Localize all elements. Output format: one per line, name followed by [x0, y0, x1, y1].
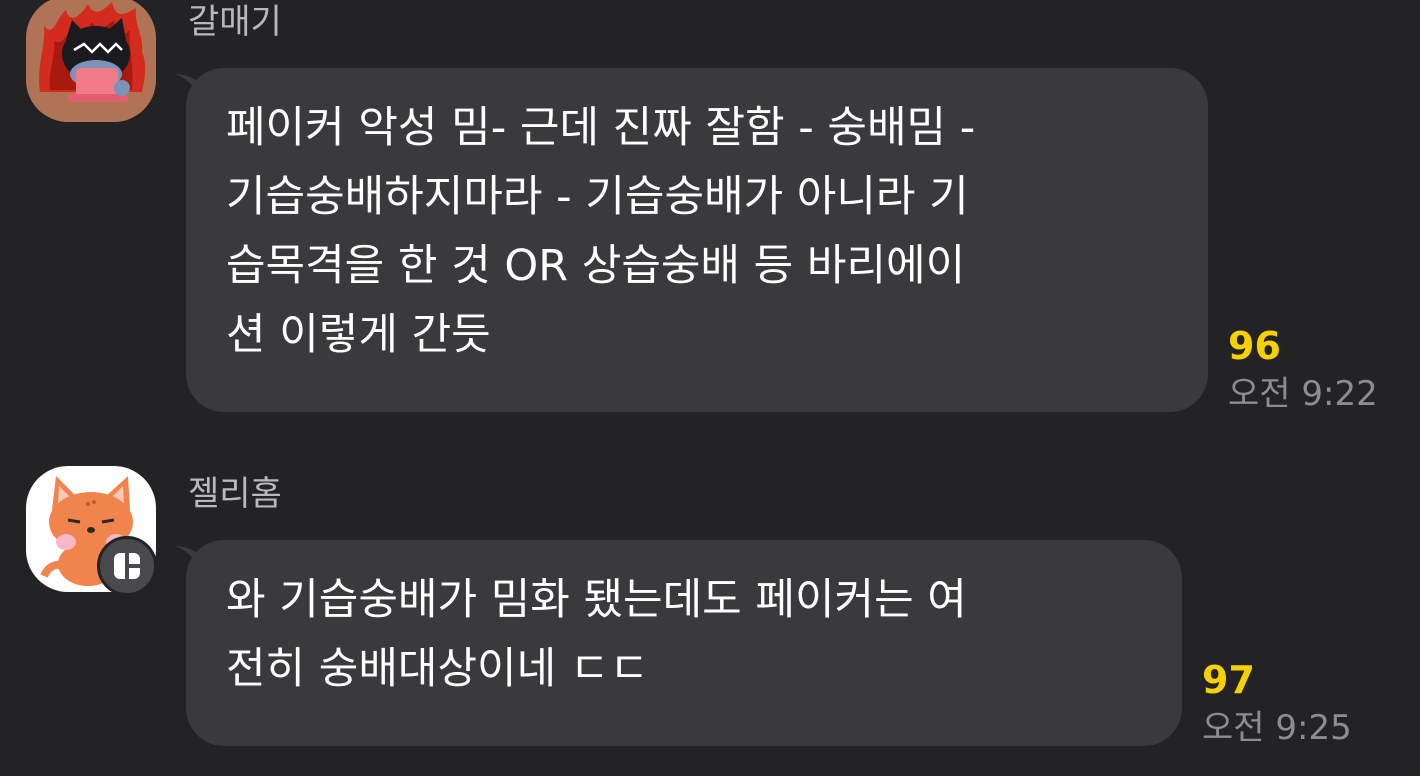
message-line: 기습숭배하지마라 - 기습숭배가 아니라 기: [226, 172, 969, 222]
app-badge-icon: [97, 536, 157, 596]
message-bubble[interactable]: 페이커 악성 밈- 근데 진짜 잘함 - 숭배밈 - 기습숭배하지마라 - 기습…: [186, 68, 1208, 412]
message-timestamp: 오전 9:25: [1202, 708, 1352, 748]
message-line: 와 기습숭배가 밈화 됐는데도 페이커는 여: [226, 575, 967, 625]
sender-name: 젤리홈: [188, 474, 282, 514]
message-line: 션 이렇게 간듯: [226, 310, 491, 360]
avatar[interactable]: [26, 0, 156, 122]
message-line: 페이커 악성 밈- 근데 진짜 잘함 - 숭배밈 -: [226, 103, 976, 153]
message-timestamp: 오전 9:22: [1228, 374, 1378, 414]
unread-count: 96: [1228, 324, 1281, 368]
sender-name: 갈매기: [188, 2, 282, 42]
message-line: 전히 숭배대상이네 ㄷㄷ: [226, 644, 649, 694]
message-line: 습목격을 한 것 OR 상습숭배 등 바리에이: [226, 241, 966, 291]
angry-cat-laptop-avatar-icon: [26, 0, 156, 122]
unread-count: 97: [1202, 658, 1255, 702]
message-bubble[interactable]: 와 기습숭배가 밈화 됐는데도 페이커는 여 전히 숭배대상이네 ㄷㄷ: [186, 540, 1182, 746]
